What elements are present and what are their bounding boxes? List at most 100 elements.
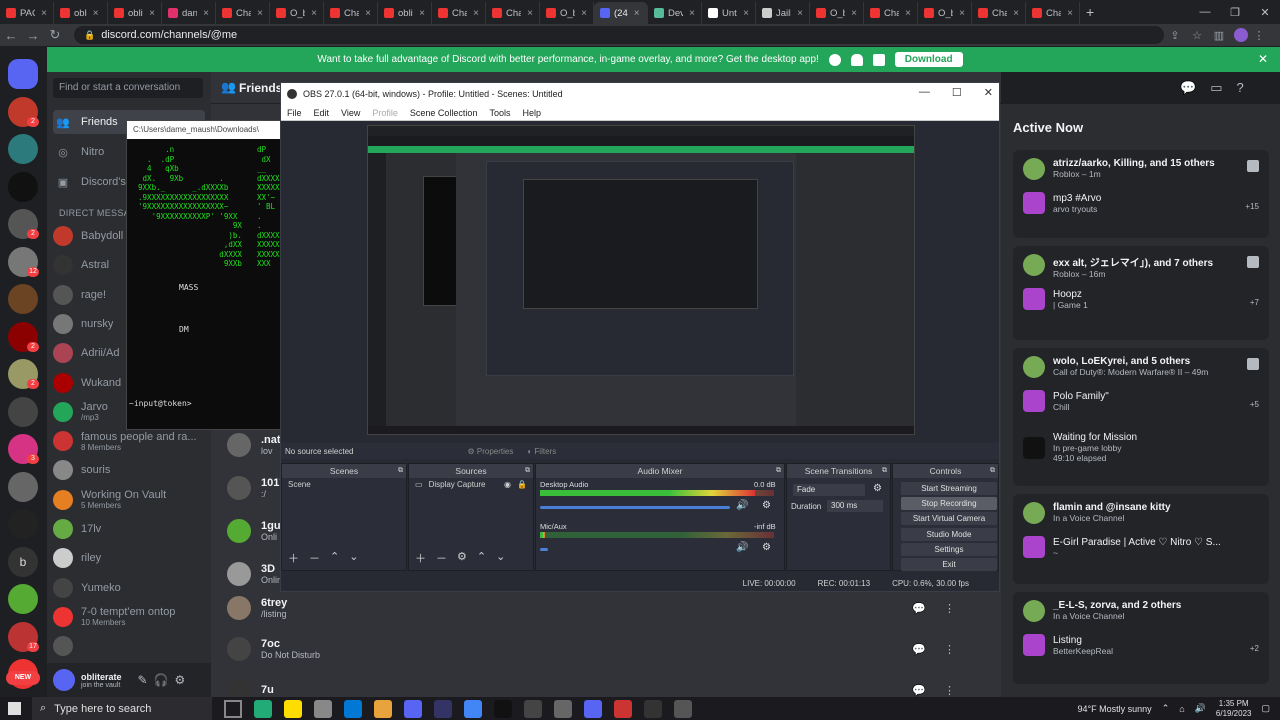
dm-item[interactable]: famous people and ra... 8 Members (53, 429, 205, 453)
help-icon[interactable]: ? (1236, 80, 1243, 96)
tab-close-icon[interactable]: × (905, 8, 911, 19)
move-up-icon[interactable]: ⌃ (330, 550, 339, 566)
terminal-prompt[interactable]: ~input@token> (129, 399, 192, 408)
browser-tab[interactable]: O_blite × (918, 2, 972, 24)
minimize-icon[interactable]: — (919, 86, 930, 99)
network-icon[interactable]: ⌂ (1179, 704, 1184, 714)
browser-tab[interactable]: obl × (54, 2, 108, 24)
close-icon[interactable]: ✕ (984, 86, 993, 99)
browser-tab[interactable]: Channe × (486, 2, 540, 24)
tab-close-icon[interactable]: × (1067, 8, 1073, 19)
menu-profile[interactable]: Profile (372, 108, 398, 118)
browser-tab[interactable]: daniel × (162, 2, 216, 24)
tab-close-icon[interactable]: × (41, 8, 47, 19)
speaker-icon[interactable]: 🔊 (736, 542, 748, 553)
tab-close-icon[interactable]: × (203, 8, 209, 19)
control-exit-button[interactable]: Exit (901, 558, 997, 571)
taskbar-app-icon[interactable] (284, 699, 302, 718)
dm-item[interactable]: riley (53, 546, 205, 570)
tab-close-icon[interactable]: × (634, 8, 640, 19)
close-icon[interactable]: ✕ (1258, 52, 1268, 66)
browser-tab[interactable]: Untitle × (702, 2, 756, 24)
more-kebab-icon[interactable]: ⋮ (944, 602, 955, 615)
active-now-card[interactable]: flamin and @insane kitty In a Voice Chann… (1013, 494, 1269, 584)
dm-item[interactable]: 7-0 tempt'em ontop 10 Members (53, 605, 205, 629)
forward-icon[interactable]: → (22, 28, 44, 43)
server-icon[interactable] (8, 509, 38, 539)
source-item[interactable]: ▭ Display Capture ◉ 🔒 (409, 478, 533, 491)
browser-tab[interactable]: Channe × (864, 2, 918, 24)
settings-gear-icon[interactable]: ⚙ (762, 500, 771, 511)
duration-input[interactable]: 300 ms (827, 500, 883, 512)
new-badge[interactable]: NEW (6, 671, 40, 685)
browser-tab[interactable]: oblitera × (378, 2, 432, 24)
taskbar-app-icon[interactable] (404, 699, 422, 718)
settings-gear-icon[interactable]: ⚙ (175, 673, 186, 687)
inbox-icon[interactable]: ▭ (1210, 80, 1222, 96)
menu-edit[interactable]: Edit (314, 108, 330, 118)
more-kebab-icon[interactable]: ⋮ (944, 684, 955, 697)
browser-tab[interactable]: oblitera × (108, 2, 162, 24)
tab-close-icon[interactable]: × (1013, 8, 1019, 19)
settings-gear-icon[interactable]: ⚙ (457, 550, 467, 566)
restore-icon[interactable]: ❐ (1220, 6, 1250, 19)
windows-start-icon[interactable] (8, 702, 21, 715)
tab-close-icon[interactable]: × (689, 8, 695, 19)
dock-float-icon[interactable]: ⧉ (525, 464, 530, 478)
filters-button[interactable]: ◐ Filters (527, 447, 556, 456)
taskbar-app-icon[interactable] (374, 699, 392, 718)
volume-slider[interactable] (540, 506, 730, 509)
active-now-card[interactable]: atrizz/aarko, Killing, and 15 others Robl… (1013, 150, 1269, 238)
browser-tab[interactable]: Channe × (1026, 2, 1080, 24)
lock-icon[interactable]: 🔒 (517, 480, 527, 489)
browser-tab[interactable]: Develo × (648, 2, 702, 24)
reload-icon[interactable]: ↻ (44, 27, 66, 43)
menu-tools[interactable]: Tools (489, 108, 510, 118)
speaker-icon[interactable]: 🔊 (736, 500, 748, 511)
browser-tab[interactable]: Channe × (216, 2, 270, 24)
download-button[interactable]: Download (894, 52, 963, 67)
mute-icon[interactable]: ✎ (138, 673, 148, 687)
tab-close-icon[interactable]: × (257, 8, 263, 19)
transition-settings-icon[interactable]: ⚙ (873, 483, 882, 494)
browser-tab[interactable]: Channe × (972, 2, 1026, 24)
control-stop-recording-button[interactable]: Stop Recording (901, 497, 997, 511)
browser-tab[interactable]: O_blite × (540, 2, 594, 24)
browser-tab[interactable]: Channe × (432, 2, 486, 24)
tab-close-icon[interactable]: × (581, 8, 587, 19)
dm-item[interactable]: 17lv (53, 517, 205, 541)
message-icon[interactable]: 💬 (912, 602, 926, 615)
control-studio-mode-button[interactable]: Studio Mode (901, 527, 997, 541)
properties-button[interactable]: ⚙ Properties (467, 447, 513, 456)
taskbar-app-icon[interactable] (494, 699, 512, 718)
card-item[interactable]: mp3 #Arvo arvo tryouts (1023, 192, 1101, 214)
browser-tab[interactable]: (24 × (594, 2, 648, 24)
dm-item[interactable]: Yumeko (53, 576, 205, 600)
tab-close-icon[interactable]: × (419, 8, 425, 19)
profile-avatar[interactable] (1234, 28, 1248, 42)
tab-close-icon[interactable]: × (473, 8, 479, 19)
menu-help[interactable]: Help (522, 108, 541, 118)
taskbar-app-icon[interactable] (524, 699, 542, 718)
remove-icon[interactable]: － (436, 550, 447, 566)
server-icon[interactable] (8, 396, 38, 427)
menu-scene-collection[interactable]: Scene Collection (410, 108, 478, 118)
taskbar-search-input[interactable]: ⌕ Type here to search (32, 697, 212, 720)
remove-icon[interactable]: － (309, 550, 320, 566)
close-icon[interactable]: ✕ (1250, 6, 1280, 19)
task-view-icon[interactable] (224, 699, 242, 718)
dm-item[interactable]: Working On Vault 5 Members (53, 488, 205, 512)
avatar[interactable] (53, 669, 75, 691)
control-start-streaming-button[interactable]: Start Streaming (901, 482, 997, 495)
address-bar[interactable]: 🔒 discord.com/channels/@me (74, 26, 1164, 44)
tab-close-icon[interactable]: × (365, 8, 371, 19)
headphones-icon[interactable]: 🎧 (154, 673, 169, 687)
transition-select[interactable]: Fade (793, 484, 865, 496)
menu-view[interactable]: View (341, 108, 360, 118)
taskbar-app-icon[interactable] (674, 699, 692, 718)
new-tab-icon[interactable]: + (1086, 4, 1094, 20)
add-icon[interactable]: ＋ (415, 550, 426, 566)
menu-kebab-icon[interactable]: ⋮ (1248, 29, 1270, 42)
tab-close-icon[interactable]: × (797, 8, 803, 19)
dock-float-icon[interactable]: ⧉ (398, 464, 403, 478)
